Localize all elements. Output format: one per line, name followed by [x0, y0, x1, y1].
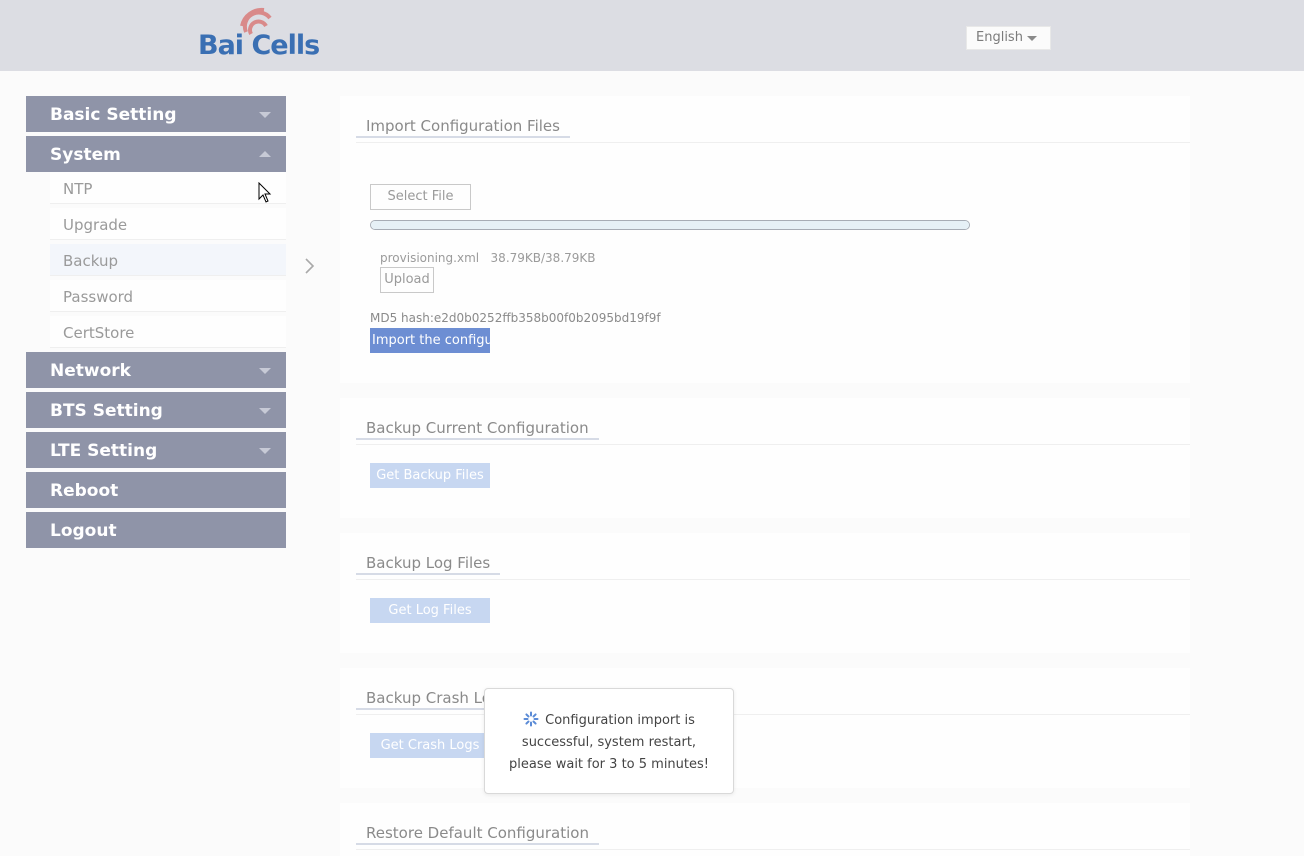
top-header: Bai Cells English: [0, 0, 1304, 71]
triangle-down-icon: [259, 368, 271, 374]
sidebar-item-system[interactable]: System: [26, 136, 286, 172]
sidebar-item-label: Network: [50, 361, 131, 381]
divider: [356, 579, 1190, 580]
caret-down-icon: [1027, 36, 1037, 41]
md5-hash: MD5 hash:e2d0b0252ffb358b00f0b2095bd19f9…: [370, 311, 661, 325]
get-crash-logs-button[interactable]: Get Crash Logs: [370, 733, 490, 758]
submenu-item-ntp[interactable]: NTP: [50, 172, 286, 204]
sidebar-item-label: Basic Setting: [50, 105, 177, 125]
panel-title: Backup Log Files: [356, 553, 501, 575]
select-file-button[interactable]: Select File: [370, 184, 471, 210]
divider: [356, 444, 1190, 445]
file-size: 38.79KB/38.79KB: [490, 251, 596, 265]
sidebar-item-reboot[interactable]: Reboot: [26, 472, 286, 508]
backup-log-panel: Backup Log Files Get Log Files: [340, 533, 1190, 653]
sidebar-item-network[interactable]: Network: [26, 352, 286, 388]
mouse-cursor-icon: [258, 182, 272, 203]
file-name: provisioning.xml: [380, 251, 480, 265]
language-select[interactable]: English: [966, 26, 1051, 50]
get-log-files-button[interactable]: Get Log Files: [370, 598, 490, 623]
submenu-item-backup[interactable]: Backup: [50, 244, 286, 276]
submenu-item-password[interactable]: Password: [50, 280, 286, 312]
panel-title: Backup Current Configuration: [356, 418, 599, 440]
submenu-item-upgrade[interactable]: Upgrade: [50, 208, 286, 240]
panel-title: Restore Default Configuration: [356, 823, 599, 845]
logo-text: Bai Cells: [198, 30, 320, 61]
sidebar-menu: Basic Setting System NTP Upgrade Backup …: [26, 96, 286, 552]
system-submenu: NTP Upgrade Backup Password CertStore: [50, 172, 286, 348]
sidebar-item-label: Logout: [50, 521, 117, 541]
language-label: English: [976, 30, 1023, 45]
triangle-down-icon: [259, 408, 271, 414]
sidebar-item-logout[interactable]: Logout: [26, 512, 286, 548]
panel-title: Import Configuration Files: [356, 116, 570, 138]
get-backup-files-button[interactable]: Get Backup Files: [370, 463, 490, 488]
status-toast: Configuration import is successful, syst…: [484, 688, 734, 794]
chevron-right-icon: [305, 258, 315, 274]
baicells-logo: Bai Cells: [196, 6, 336, 66]
divider: [356, 849, 1190, 850]
sidebar-item-label: BTS Setting: [50, 401, 163, 421]
sidebar-item-lte-setting[interactable]: LTE Setting: [26, 432, 286, 468]
sidebar-item-label: LTE Setting: [50, 441, 158, 461]
file-info: provisioning.xml 38.79KB/38.79KB: [380, 251, 596, 265]
triangle-up-icon: [259, 151, 271, 157]
divider: [356, 142, 1190, 143]
sidebar-item-label: System: [50, 145, 121, 165]
sidebar-item-bts-setting[interactable]: BTS Setting: [26, 392, 286, 428]
loading-spinner-icon: [523, 711, 539, 727]
import-configuration-button[interactable]: Import the configuration: [370, 328, 490, 353]
sidebar-item-basic-setting[interactable]: Basic Setting: [26, 96, 286, 132]
progress-fill: [371, 221, 969, 229]
divider: [356, 714, 1190, 715]
import-config-panel: Import Configuration Files Select File p…: [340, 96, 1190, 383]
triangle-down-icon: [259, 112, 271, 118]
triangle-down-icon: [259, 448, 271, 454]
backup-crash-panel: Backup Crash Logs Get Crash Logs: [340, 668, 1190, 788]
upload-button[interactable]: Upload: [380, 267, 434, 293]
backup-current-panel: Backup Current Configuration Get Backup …: [340, 398, 1190, 518]
restore-default-panel: Restore Default Configuration: [340, 803, 1190, 856]
sidebar-item-label: Reboot: [50, 481, 119, 501]
submenu-item-certstore[interactable]: CertStore: [50, 316, 286, 348]
upload-progress-bar: [370, 220, 970, 230]
